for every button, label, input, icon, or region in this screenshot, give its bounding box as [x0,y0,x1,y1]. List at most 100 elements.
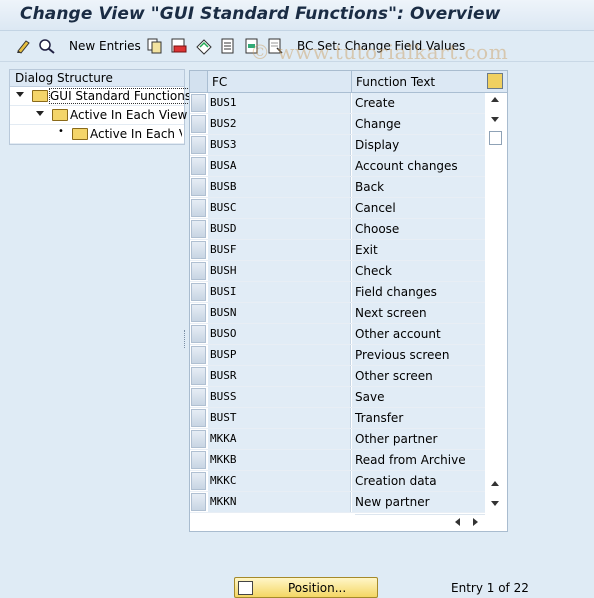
undo-change-icon[interactable] [195,37,213,55]
table-row[interactable]: BUSA Account changes [190,156,485,177]
table-settings-icon[interactable] [487,73,503,89]
cell-fc[interactable]: BUSB [208,177,351,197]
table-row[interactable]: BUSN Next screen [190,303,485,324]
row-select-button[interactable] [191,304,206,322]
scroll-left-icon[interactable] [455,518,460,526]
cell-function-text[interactable]: Transfer [352,408,485,428]
cell-fc[interactable]: BUSP [208,345,351,365]
cell-fc[interactable]: BUSC [208,198,351,218]
column-header-function-text[interactable]: Function Text [356,75,435,89]
cell-function-text[interactable]: Other account [352,324,485,344]
delete-icon[interactable] [170,37,188,55]
cell-function-text[interactable]: Previous screen [352,345,485,365]
display-change-glasses-icon[interactable] [38,37,56,55]
row-select-button[interactable] [191,346,206,364]
row-select-button[interactable] [191,199,206,217]
row-select-button[interactable] [191,472,206,490]
cell-function-text[interactable]: Creation data [352,471,485,491]
cell-function-text[interactable]: Display [352,135,485,155]
cell-function-text[interactable]: Account changes [352,156,485,176]
table-row[interactable]: MKKB Read from Archive [190,450,485,471]
cell-fc[interactable]: MKKA [208,429,351,449]
table-row[interactable]: BUSP Previous screen [190,345,485,366]
tree-node-label[interactable]: Active In Each View [70,108,187,122]
row-select-button[interactable] [191,136,206,154]
row-select-button[interactable] [191,388,206,406]
table-row[interactable]: MKKA Other partner [190,429,485,450]
cell-function-text[interactable]: Back [352,177,485,197]
row-select-button[interactable] [191,451,206,469]
tree-node-label[interactable]: Active In Each Vi [90,127,182,141]
table-row[interactable]: BUSI Field changes [190,282,485,303]
cell-fc[interactable]: BUS1 [208,93,351,113]
cell-function-text[interactable]: Cancel [352,198,485,218]
cell-function-text[interactable]: Other screen [352,366,485,386]
row-select-button[interactable] [191,157,206,175]
cell-fc[interactable]: BUSH [208,261,351,281]
table-row[interactable]: BUSS Save [190,387,485,408]
row-select-button[interactable] [191,262,206,280]
table-row[interactable]: BUSB Back [190,177,485,198]
cell-function-text[interactable]: Change [352,114,485,134]
scroll-down-icon[interactable] [491,117,499,122]
cell-function-text[interactable]: Field changes [352,282,485,302]
table-row[interactable]: BUSH Check [190,261,485,282]
table-row[interactable]: BUSO Other account [190,324,485,345]
cell-fc[interactable]: MKKB [208,450,351,470]
cell-function-text[interactable]: Other partner [352,429,485,449]
select-all-icon[interactable] [219,37,237,55]
scroll-down-icon[interactable] [491,501,499,506]
cell-function-text[interactable]: Create [352,93,485,113]
cell-fc[interactable]: BUSI [208,282,351,302]
cell-fc[interactable]: BUSD [208,219,351,239]
row-select-button[interactable] [191,283,206,301]
row-select-button[interactable] [191,430,206,448]
table-row[interactable]: MKKN New partner [190,492,485,513]
table-row[interactable]: BUS2 Change [190,114,485,135]
scroll-up-icon[interactable] [491,97,499,102]
cell-fc[interactable]: BUS2 [208,114,351,134]
table-row[interactable]: BUST Transfer [190,408,485,429]
cell-function-text[interactable]: Save [352,387,485,407]
column-header-fc[interactable]: FC [212,75,227,89]
row-select-button[interactable] [191,220,206,238]
cell-fc[interactable]: BUSO [208,324,351,344]
scroll-up-icon[interactable] [491,481,499,486]
row-select-button[interactable] [191,367,206,385]
cell-fc[interactable]: MKKN [208,492,351,512]
cell-function-text[interactable]: Read from Archive [352,450,485,470]
horizontal-scrollbar[interactable] [355,514,485,529]
row-select-button[interactable] [191,409,206,427]
cell-function-text[interactable]: Exit [352,240,485,260]
cell-fc[interactable]: BUSN [208,303,351,323]
row-select-button[interactable] [191,178,206,196]
cell-function-text[interactable]: Next screen [352,303,485,323]
select-all-rows-button[interactable] [190,71,208,92]
row-select-button[interactable] [191,94,206,112]
new-entries-button[interactable]: New Entries [69,39,141,53]
table-row[interactable]: BUSD Choose [190,219,485,240]
tree-node-active-in-each-view[interactable]: Active In Each View [10,106,187,125]
edit-pen-icon[interactable] [15,37,33,55]
pane-splitter-handle[interactable] [184,330,187,348]
cell-function-text[interactable]: Check [352,261,485,281]
tree-node-gui-standard-functions[interactable]: GUI Standard Functions [10,87,193,106]
table-row[interactable]: BUS1 Create [190,93,485,114]
vertical-scrollbar[interactable] [487,93,503,511]
copy-as-icon[interactable] [146,37,164,55]
cell-fc[interactable]: BUSF [208,240,351,260]
cell-function-text[interactable]: New partner [352,492,485,512]
row-select-button[interactable] [191,325,206,343]
scroll-thumb[interactable] [489,131,502,145]
cell-fc[interactable]: BUST [208,408,351,428]
expanded-arrow-icon[interactable] [16,92,24,97]
table-row[interactable]: MKKC Creation data [190,471,485,492]
cell-fc[interactable]: BUS3 [208,135,351,155]
cell-function-text[interactable]: Choose [352,219,485,239]
cell-fc[interactable]: BUSS [208,387,351,407]
tree-node-active-in-each-vi[interactable]: • Active In Each Vi [10,125,184,144]
table-row[interactable]: BUSR Other screen [190,366,485,387]
cell-fc[interactable]: BUSA [208,156,351,176]
row-select-button[interactable] [191,241,206,259]
table-row[interactable]: BUS3 Display [190,135,485,156]
